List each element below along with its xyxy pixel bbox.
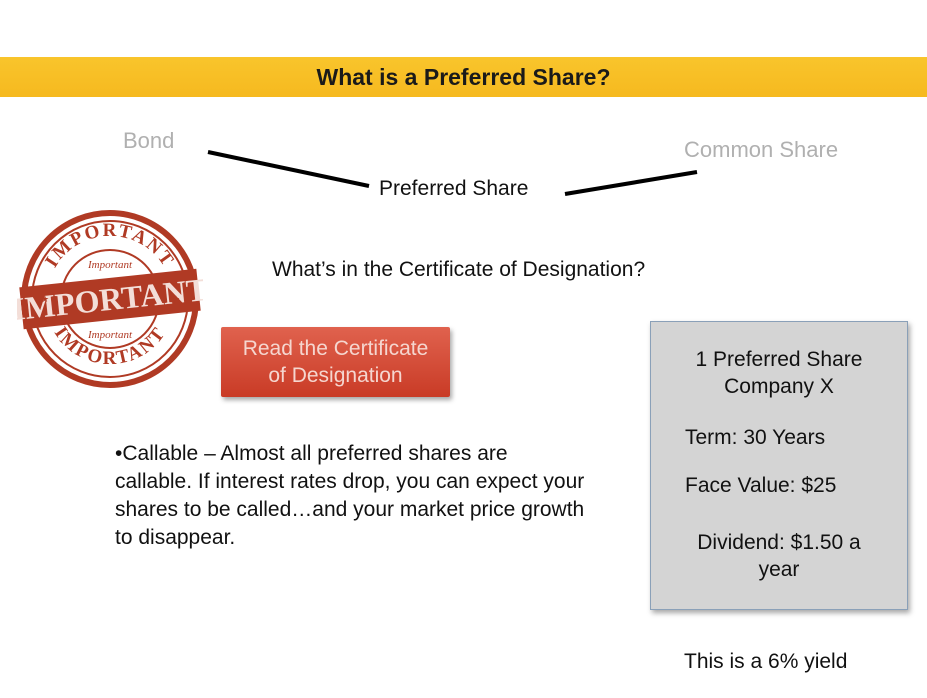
share-info-card: 1 Preferred Share Company X Term: 30 Yea… bbox=[650, 321, 908, 610]
certificate-question: What’s in the Certificate of Designation… bbox=[272, 258, 646, 281]
svg-text:Important: Important bbox=[87, 329, 133, 341]
yield-note: This is a 6% yield bbox=[684, 650, 848, 673]
card-share-title: 1 Preferred Share bbox=[695, 348, 863, 371]
connector-bond-line bbox=[207, 150, 370, 188]
card-dividend-period: year bbox=[758, 558, 800, 581]
svg-text:★: ★ bbox=[41, 294, 49, 304]
connector-common-line bbox=[564, 170, 698, 196]
svg-text:★: ★ bbox=[172, 294, 180, 304]
important-stamp-icon: IMPORTANT IMPORTANT Important Important … bbox=[11, 210, 209, 388]
card-company: Company X bbox=[724, 375, 834, 398]
read-certificate-button-line1: Read the Certificate bbox=[242, 337, 429, 360]
svg-text:Important: Important bbox=[87, 259, 133, 271]
card-term: Term: 30 Years bbox=[685, 426, 826, 449]
callable-bullet: •Callable – Almost all preferred shares … bbox=[115, 442, 585, 549]
important-stamp: IMPORTANT IMPORTANT Important Important … bbox=[11, 206, 209, 397]
card-dividend: Dividend: $1.50 a bbox=[697, 531, 861, 554]
read-certificate-button[interactable]: Read the Certificate of Designation bbox=[221, 327, 450, 397]
read-certificate-button-line2: of Designation bbox=[268, 364, 403, 387]
card-face-value: Face Value: $25 bbox=[685, 474, 837, 497]
